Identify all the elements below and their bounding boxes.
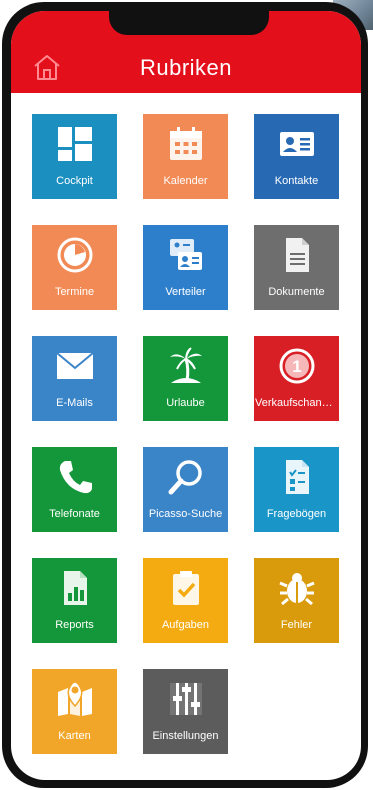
- dashboard-icon: [57, 127, 92, 161]
- sales-opportunity-icon: 1: [279, 348, 314, 384]
- tile-urlaube[interactable]: Urlaube: [143, 336, 228, 421]
- tile-reports[interactable]: Reports: [32, 558, 117, 643]
- tile-label: Fragebögen: [266, 508, 327, 520]
- tile-aufgaben[interactable]: Aufgaben: [143, 558, 228, 643]
- tile-e-mails[interactable]: E-Mails: [32, 336, 117, 421]
- palm-tree-icon: [169, 347, 202, 383]
- tile-label: Urlaube: [166, 397, 205, 409]
- phone-notch: [109, 11, 269, 35]
- tile-label: Verteiler: [165, 286, 206, 298]
- tile-label: Cockpit: [56, 175, 93, 187]
- tile-label: Dokumente: [268, 286, 325, 298]
- tile-frageboegen[interactable]: Fragebögen: [254, 447, 339, 532]
- phone-icon: [59, 461, 92, 494]
- bug-icon: [278, 573, 315, 606]
- tile-label: Verkaufschancen: [255, 397, 339, 409]
- tile-picasso-suche[interactable]: Picasso-Suche: [143, 447, 228, 532]
- page-title: Rubriken: [139, 55, 233, 80]
- contact-card-icon: [279, 132, 314, 156]
- tile-label: Telefonate: [49, 508, 100, 520]
- tile-label: Aufgaben: [161, 619, 210, 631]
- tile-verkaufschancen[interactable]: 1 Verkaufschancen: [254, 336, 339, 421]
- tile-label: Fehler: [280, 619, 313, 631]
- tile-verteiler[interactable]: Verteiler: [143, 225, 228, 310]
- tile-karten[interactable]: Karten: [32, 669, 117, 754]
- tile-label: Kalender: [163, 175, 208, 187]
- tile-cockpit[interactable]: Cockpit: [32, 114, 117, 199]
- tile-label: Termine: [54, 286, 95, 298]
- sliders-icon: [169, 683, 202, 715]
- tile-label: Kontakte: [274, 175, 319, 187]
- tile-dokumente[interactable]: Dokumente: [254, 225, 339, 310]
- tile-kalender[interactable]: Kalender: [143, 114, 228, 199]
- tile-telefonate[interactable]: Telefonate: [32, 447, 117, 532]
- map-icon: [57, 681, 92, 716]
- tile-label: Picasso-Suche: [148, 508, 223, 520]
- questionnaire-icon: [285, 460, 309, 494]
- sales-opportunity-count: 1: [292, 357, 301, 376]
- tile-einstellungen[interactable]: Einstellungen: [143, 669, 228, 754]
- report-icon: [63, 571, 87, 605]
- calendar-icon: [169, 127, 202, 160]
- tile-fehler[interactable]: Fehler: [254, 558, 339, 643]
- clipboard-check-icon: [172, 571, 199, 605]
- app-screen: Rubriken Cockpit Kalender Kontakte Termi…: [11, 11, 361, 780]
- tile-label: Einstellungen: [152, 730, 219, 742]
- tile-termine[interactable]: Termine: [32, 225, 117, 310]
- clock-icon: [57, 237, 92, 273]
- tile-label: E-Mails: [56, 397, 93, 409]
- document-icon: [285, 238, 309, 272]
- tile-label: Reports: [55, 619, 94, 631]
- envelope-icon: [55, 352, 94, 379]
- tile-label: Karten: [58, 730, 91, 742]
- tile-kontakte[interactable]: Kontakte: [254, 114, 339, 199]
- distribution-list-icon: [169, 239, 202, 270]
- search-icon: [168, 460, 202, 495]
- phone-frame: Rubriken Cockpit Kalender Kontakte Termi…: [2, 2, 368, 788]
